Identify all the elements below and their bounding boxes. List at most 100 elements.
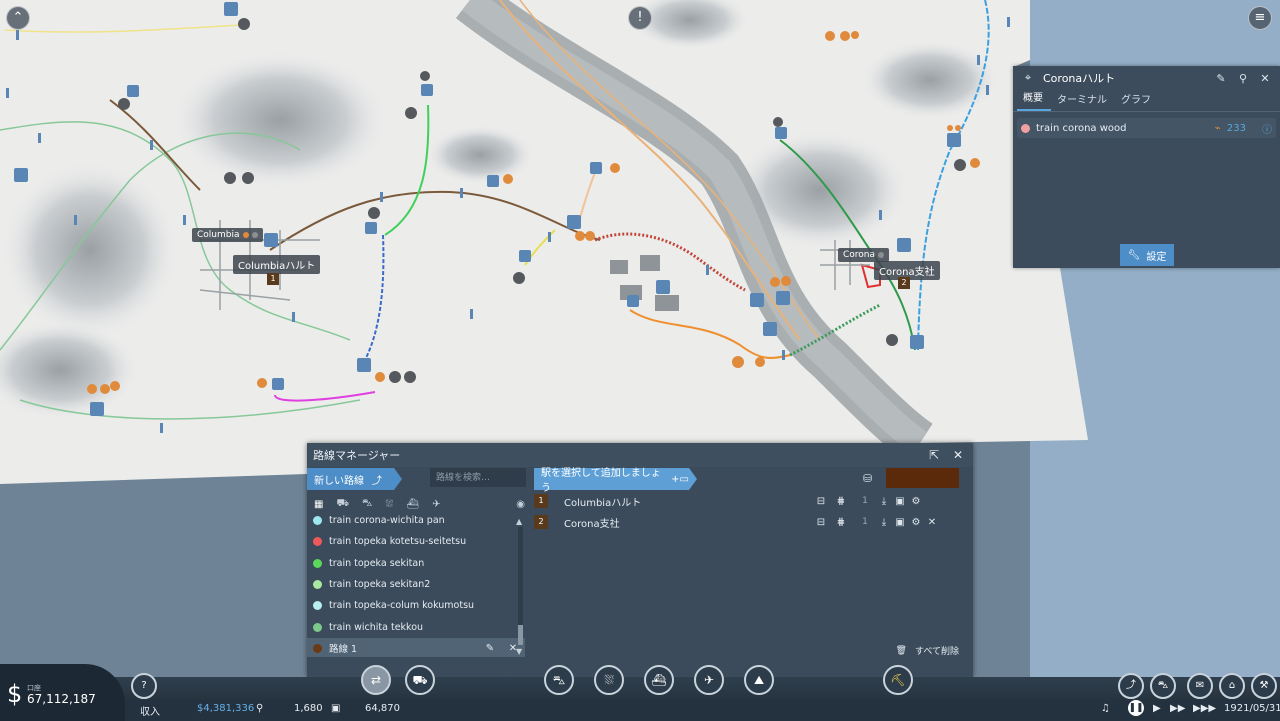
station-info-panel: ⌖ Coronaハルト ✎ ⚲ ✕ 概要 ターミナル グラフ train cor… (1013, 66, 1280, 268)
help-button[interactable]: ? (131, 673, 157, 699)
tab-overview[interactable]: 概要 (1017, 89, 1051, 111)
clear-all-button[interactable]: 🗑︎ すべて削除 (895, 644, 959, 658)
popout-icon[interactable]: ⇱ (925, 448, 943, 462)
line-color-dot (313, 601, 322, 611)
play-button[interactable]: ▶ (1153, 703, 1161, 714)
line-list: train corona-wichita pan train topeka ko… (307, 513, 525, 657)
filter-ship-icon[interactable]: ⛴ (406, 499, 419, 510)
line-color-dot (313, 622, 322, 632)
station-line-name: train corona wood (1036, 122, 1127, 134)
list-item[interactable]: train topeka sekitan2 (307, 574, 525, 595)
slider-icon[interactable]: ⊟ (814, 496, 828, 507)
info-icon[interactable]: ⓘ (1262, 121, 1272, 136)
fastest-forward-button[interactable]: ▶▶▶ (1193, 703, 1216, 714)
towns-button[interactable]: ⌂ (1219, 673, 1245, 699)
filter-plane-icon[interactable]: ✈ (432, 499, 440, 510)
stop-row[interactable]: 1 Columbiaハルト ⊟ ⋕ 1 ⤓ ▣ ⚙ (534, 491, 964, 511)
toolbar-strip (0, 677, 1280, 700)
music-icon[interactable]: ♫ (1101, 703, 1110, 714)
list-item[interactable]: train wichita tekkou (307, 616, 525, 637)
pin-icon[interactable]: ⚲ (1236, 72, 1250, 85)
list-item-selected[interactable]: 路線 1 ✎ ✕ (307, 637, 525, 657)
industry-dot-icon (878, 252, 885, 258)
stop-number-badge: 1 (534, 494, 548, 508)
station-settings-button[interactable]: 🔧︎ 設定 (1120, 244, 1174, 266)
line-manager-button[interactable]: ⇄ (361, 665, 391, 695)
track-icon[interactable]: ⤓ (876, 517, 892, 528)
line-color-dot (313, 580, 322, 590)
population-icon: ⚲ (256, 703, 264, 714)
filter-bus-icon[interactable]: ⛟ (336, 498, 349, 511)
scroll-thumb[interactable] (518, 625, 523, 645)
filter-tram-icon[interactable]: ⛍ (362, 498, 372, 511)
vehicle-manager-button[interactable]: ⛟ (405, 665, 435, 695)
messages-button[interactable]: ✉ (1187, 673, 1213, 699)
paint-bucket-icon[interactable]: ⛁ (863, 472, 872, 485)
industry-dot-icon (242, 232, 249, 238)
pause-button[interactable]: ❚❚ (1128, 700, 1144, 716)
line-search-input[interactable] (430, 468, 526, 487)
finance-graph-button[interactable]: ⤴ (1118, 673, 1144, 699)
game-date: 1921/05/31 (1224, 703, 1280, 714)
income-value: $4,381,336 (197, 703, 255, 714)
industry-dot-icon (251, 232, 258, 238)
dollar-icon: $ (7, 680, 23, 708)
fast-forward-button[interactable]: ▶▶ (1170, 703, 1185, 714)
station-label-columbia-halt[interactable]: Columbiaハルト (233, 255, 321, 274)
main-menu-icon[interactable]: ≡ (1248, 6, 1272, 30)
line-color-dot (313, 558, 322, 568)
line-color-swatch[interactable] (886, 468, 959, 488)
line-color-dot (1021, 123, 1030, 133)
filter-train-icon[interactable]: ⛆ (385, 499, 393, 510)
remove-stop-icon[interactable]: ✕ (924, 517, 940, 528)
station-number-badge: 2 (898, 277, 910, 289)
gear-icon[interactable]: ⚙ (908, 517, 924, 528)
close-icon[interactable]: ✕ (1258, 72, 1272, 85)
bulldoze-button[interactable]: ⛏ (883, 665, 913, 695)
add-station-icon: +▭ (671, 473, 689, 485)
ship-tools-button[interactable]: ⛴ (644, 665, 674, 695)
line-manager-title: 路線マネージャー (313, 449, 401, 462)
line-color-dot (313, 643, 322, 653)
scroll-down-icon[interactable]: ▼ (516, 647, 522, 656)
bus-tools-button[interactable]: ⛍ (544, 665, 574, 695)
line-list-scrollbar[interactable]: ▲ ▼ (516, 517, 525, 657)
platform-icon[interactable]: ▣ (892, 496, 908, 507)
industries-button[interactable]: ⚒ (1251, 673, 1277, 699)
wait-icon[interactable]: ⋕ (828, 496, 854, 507)
track-icon[interactable]: ⤓ (876, 496, 892, 507)
air-tools-button[interactable]: ✈ (694, 665, 724, 695)
list-item[interactable]: train topeka kotetsu-seitetsu (307, 531, 525, 552)
station-number-badge: 1 (267, 273, 279, 285)
platform-icon[interactable]: ▣ (892, 517, 908, 528)
list-item[interactable]: train topeka sekitan (307, 553, 525, 574)
trash-icon: 🗑︎ (895, 645, 907, 656)
population-value: 1,680 (294, 703, 323, 714)
town-label-corona[interactable]: Corona (838, 248, 890, 262)
scroll-up-icon[interactable]: ▲ (516, 517, 522, 526)
train-tools-button[interactable]: ⛆ (594, 665, 624, 695)
filter-all-icon[interactable]: ▦ (314, 499, 323, 510)
slider-icon[interactable]: ⊟ (814, 517, 828, 528)
edit-pencil-icon[interactable]: ✎ (1214, 72, 1228, 85)
list-item[interactable]: train topeka-colum kokumotsu (307, 595, 525, 616)
rename-pencil-icon[interactable]: ✎ (482, 643, 498, 654)
stop-row[interactable]: 2 Corona支社 ⊟ ⋕ 1 ⤓ ▣ ⚙ ✕ (534, 512, 964, 532)
vehicles-list-button[interactable]: ⛍ (1150, 673, 1176, 699)
tab-terminal[interactable]: ターミナル (1051, 91, 1115, 111)
north-compass-icon[interactable]: ⌃ (6, 6, 30, 30)
tab-graph[interactable]: グラフ (1115, 91, 1159, 111)
balance-panel[interactable]: $ 口座 67,112,187 (0, 664, 125, 721)
wait-icon[interactable]: ⋕ (828, 517, 854, 528)
close-icon[interactable]: ✕ (949, 448, 967, 462)
new-line-button[interactable]: 新しい路線 ⤴ (307, 468, 402, 490)
terrain-tools-button[interactable]: ⛰ (744, 665, 774, 695)
station-line-row[interactable]: train corona wood ⌁ 233 ⓘ (1017, 118, 1276, 138)
stop-count: 1 (862, 517, 868, 527)
visibility-eye-icon[interactable]: ◉ (516, 499, 525, 510)
town-label-columbia[interactable]: Columbia (192, 228, 263, 242)
alert-icon[interactable]: ! (628, 6, 652, 30)
list-item[interactable]: train corona-wichita pan (307, 513, 525, 531)
gear-icon[interactable]: ⚙ (908, 496, 924, 507)
add-station-button[interactable]: 駅を選択して追加しましょう +▭ (534, 468, 697, 494)
